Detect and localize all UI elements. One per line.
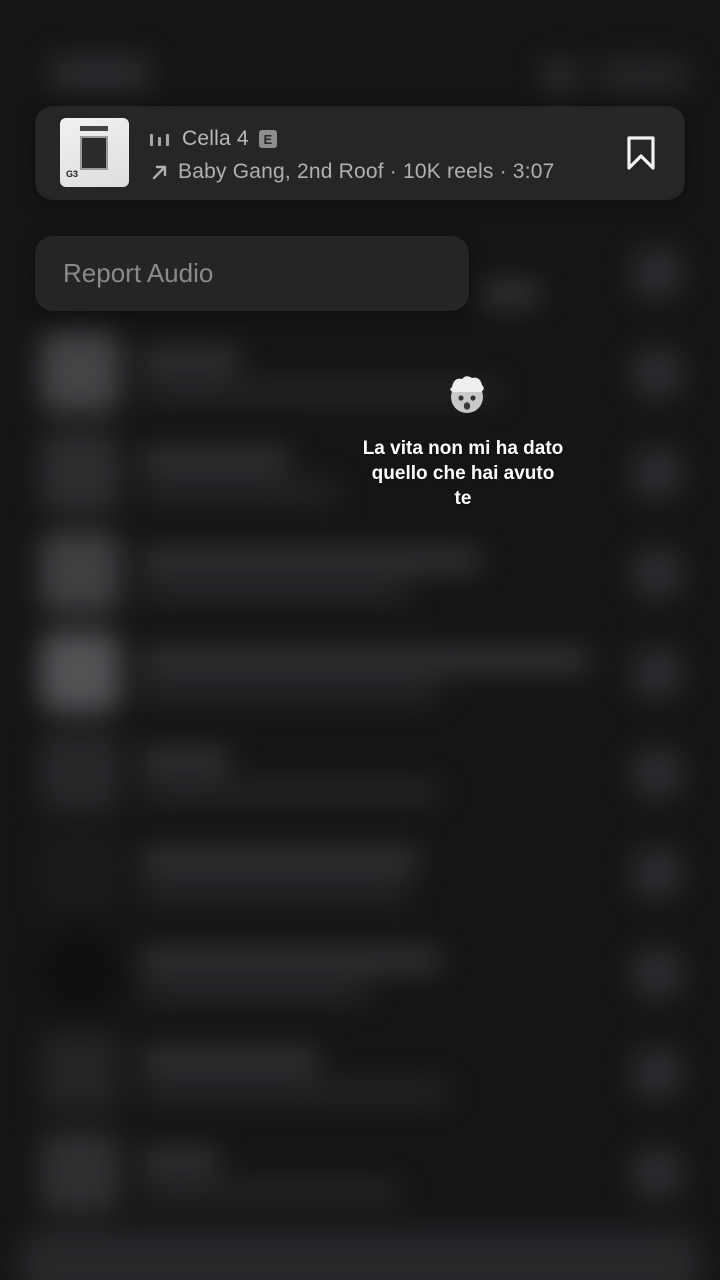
report-audio-option[interactable]: Report Audio (63, 258, 213, 289)
blurred-row (0, 522, 720, 622)
track-subtitle: Baby Gang, 2nd Roof · 10K reels · 3:07 (178, 160, 555, 183)
blurred-header-icon (540, 58, 580, 94)
audio-options-menu: Report Audio (35, 236, 469, 311)
bookmark-icon (627, 136, 655, 170)
blurred-header-right (598, 60, 688, 90)
arrow-up-right-icon (152, 165, 167, 180)
track-title-row: Cella 4 E (150, 124, 277, 154)
album-art-tag: G3 (66, 169, 79, 179)
track-subtitle-row[interactable]: Baby Gang, 2nd Roof · 10K reels · 3:07 (150, 157, 554, 187)
blurred-row (0, 922, 720, 1022)
blurred-header-left (50, 55, 150, 91)
blurred-row (0, 822, 720, 922)
explicit-badge: E (258, 130, 277, 148)
exploding-head-emoji (450, 376, 484, 413)
blurred-row (0, 622, 720, 722)
track-card[interactable]: G3 Cella 4 E Baby Gang, 2nd Roof · 10K r… (35, 106, 685, 200)
album-art: G3 (60, 118, 129, 187)
equalizer-bars-icon (150, 132, 172, 146)
save-audio-button[interactable] (623, 134, 659, 172)
story-caption: La vita non mi ha dato quello che hai av… (362, 438, 564, 509)
blurred-row (0, 322, 720, 422)
track-title: Cella 4 (182, 127, 249, 150)
blurred-bottom-bar (20, 1230, 700, 1280)
story-screen: G3 Cella 4 E Baby Gang, 2nd Roof · 10K r… (0, 0, 720, 1280)
blurred-row (0, 722, 720, 822)
blurred-row (0, 1122, 720, 1222)
blurred-row (0, 1022, 720, 1122)
